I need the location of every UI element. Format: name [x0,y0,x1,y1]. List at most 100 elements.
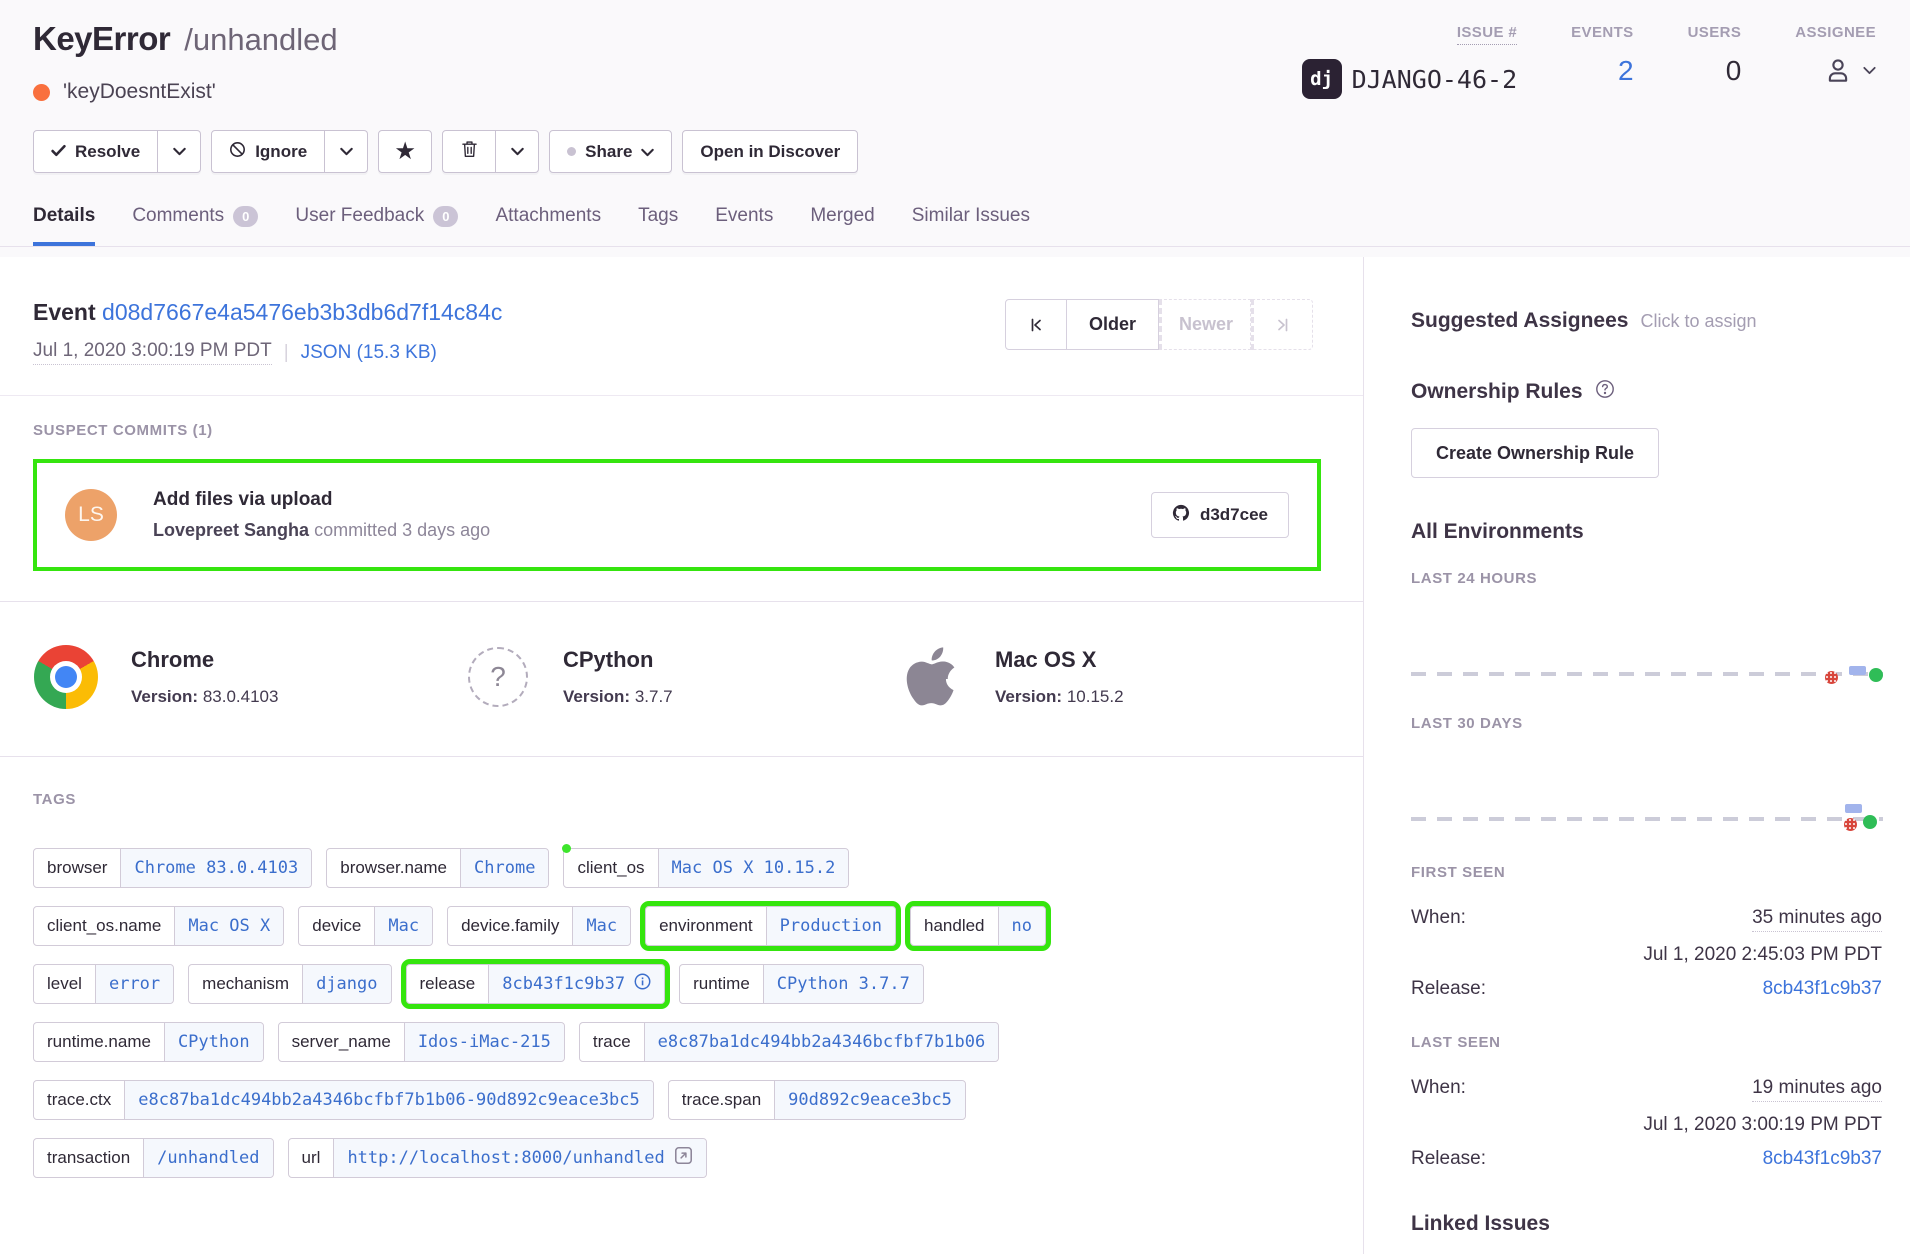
tag-pill-trace-ctx: trace.ctx e8c87ba1dc494bb2a4346bcfbf7b1b… [33,1080,654,1120]
tag-value-link[interactable]: Chrome [461,849,548,887]
event-bar [1849,666,1866,675]
tab-events[interactable]: Events [715,205,773,246]
tab-details[interactable]: Details [33,205,95,246]
events-count[interactable]: 2 [1618,55,1634,87]
tag-value-link[interactable]: Mac [573,907,630,945]
last-seen-absolute-time: Jul 1, 2020 3:00:19 PM PDT [1411,1114,1882,1136]
commit-time: committed 3 days ago [314,520,490,540]
tag-pill-mechanism: mechanism django [188,964,391,1004]
tab-similar-issues[interactable]: Similar Issues [912,205,1030,246]
assignee-label: ASSIGNEE [1795,24,1876,41]
create-ownership-rule-button[interactable]: Create Ownership Rule [1411,428,1659,478]
resolve-button[interactable]: Resolve [33,130,158,173]
last-24-hours-sparkline [1411,659,1883,689]
tag-value-link[interactable]: Idos-iMac-215 [405,1023,564,1061]
suspect-commits-heading: SUSPECT COMMITS (1) [33,422,1321,439]
comments-count-badge: 0 [233,206,258,227]
stat-issue-number: ISSUE # dj DJANGO-46-2 [1302,24,1518,104]
assignee-dropdown[interactable] [1823,55,1876,85]
event-header: Event d08d7667e4a5476eb3b3db6d7f14c84c J… [0,257,1363,396]
delete-button[interactable] [442,130,496,173]
tag-value-link[interactable]: no [999,907,1045,945]
tag-pill-browser-name: browser.name Chrome [326,848,549,888]
tab-merged[interactable]: Merged [810,205,874,246]
feedback-count-badge: 0 [433,206,458,227]
oldest-event-button[interactable] [1005,299,1067,350]
ignore-button[interactable]: Ignore [211,130,325,173]
django-project-icon: dj [1302,59,1342,99]
first-seen-label: FIRST SEEN [1411,864,1882,881]
tag-value-link[interactable]: Production [767,907,895,945]
tag-value-link[interactable]: e8c87ba1dc494bb2a4346bcfbf7b1b06 [645,1023,999,1061]
tag-value-link[interactable]: Mac OS X 10.15.2 [659,849,849,887]
click-to-assign-hint: Click to assign [1640,311,1756,332]
suggested-assignees-title: Suggested Assignees [1411,309,1628,333]
users-count[interactable]: 0 [1726,55,1742,87]
tag-value-link[interactable]: django [303,965,390,1003]
tag-value-link[interactable]: CPython 3.7.7 [764,965,923,1003]
tag-value-link[interactable]: /unhandled [144,1139,272,1177]
ignore-icon [229,141,246,163]
error-level-dot [33,84,50,101]
tag-value-link[interactable]: error [96,965,173,1003]
tag-pill-client-os: client_os Mac OS X 10.15.2 [563,848,849,888]
issue-stats: ISSUE # dj DJANGO-46-2 EVENTS 2 USERS 0 … [1302,20,1876,104]
stat-users: USERS 0 [1688,24,1742,104]
event-details-main: Event d08d7667e4a5476eb3b3db6d7f14c84c J… [0,257,1363,1178]
tag-value-link[interactable]: 90d892c9eace3bc5 [775,1081,965,1119]
resolve-dropdown-button[interactable] [158,130,201,173]
stat-assignee: ASSIGNEE [1795,24,1876,104]
event-id-link[interactable]: d08d7667e4a5476eb3b3db6d7f14c84c [102,299,502,325]
tag-value-link[interactable]: Mac [375,907,432,945]
separator: | [284,342,289,364]
tag-value-link[interactable]: Chrome 83.0.4103 [121,849,311,887]
tab-tags[interactable]: Tags [638,205,678,246]
last-30-days-sparkline [1411,804,1883,834]
event-label: Event [33,299,96,325]
tab-attachments[interactable]: Attachments [495,205,601,246]
first-seen-release-link[interactable]: 8cb43f1c9b37 [1763,978,1882,1000]
tab-comments[interactable]: Comments0 [132,205,258,246]
stat-events: EVENTS 2 [1571,24,1633,104]
tag-value-link[interactable]: e8c87ba1dc494bb2a4346bcfbf7b1b06-90d892c… [125,1081,653,1119]
event-json-link[interactable]: JSON (15.3 KB) [301,342,437,364]
first-seen-relative-time: 35 minutes ago [1752,907,1882,932]
older-event-button[interactable]: Older [1067,299,1159,350]
tag-pill-device-family: device.family Mac [447,906,631,946]
chevron-down-icon [641,142,654,162]
trash-icon [461,140,478,163]
commit-message: Add files via upload [153,489,490,511]
newer-event-button[interactable]: Newer [1159,299,1251,350]
events-label: EVENTS [1571,24,1633,41]
chrome-icon [33,644,99,710]
tag-pill-level: level error [33,964,174,1004]
users-label: USERS [1688,24,1742,41]
check-icon [51,142,66,162]
tag-value-link[interactable]: Mac OS X [175,907,283,945]
suspect-commits-section: SUSPECT COMMITS (1) LS Add files via upl… [0,396,1363,571]
issue-culprit-path: /unhandled [184,22,337,58]
issue-short-id[interactable]: DJANGO-46-2 [1352,65,1518,94]
open-in-discover-button[interactable]: Open in Discover [682,130,858,173]
share-button[interactable]: Share [549,130,672,173]
tag-value-link[interactable]: http://localhost:8000/unhandled [334,1139,705,1177]
ignore-dropdown-button[interactable] [325,130,368,173]
tag-pill-device: device Mac [298,906,433,946]
last-seen-release-link[interactable]: 8cb43f1c9b37 [1763,1148,1882,1170]
newest-event-button[interactable] [1251,299,1313,350]
tag-pill-transaction: transaction /unhandled [33,1138,274,1178]
tag-value-link[interactable]: 8cb43f1c9b37 [489,965,664,1003]
assignee-person-icon [1823,55,1853,85]
commit-sha-button[interactable]: d3d7cee [1151,492,1289,538]
last-24-hours-label: LAST 24 HOURS [1411,570,1882,587]
tag-pill-trace-span: trace.span 90d892c9eace3bc5 [668,1080,966,1120]
tag-value-link[interactable]: CPython [165,1023,263,1061]
suspect-commit-row-highlighted[interactable]: LS Add files via upload Lovepreet Sangha… [33,459,1321,571]
bookmark-star-button[interactable]: ★ [378,130,432,173]
external-link-icon[interactable] [674,1146,693,1170]
help-circle-icon[interactable] [1595,379,1615,404]
all-environments-title: All Environments [1411,520,1882,544]
delete-dropdown-button[interactable] [496,130,539,173]
tab-user-feedback[interactable]: User Feedback0 [295,205,458,246]
info-icon[interactable] [634,973,651,995]
